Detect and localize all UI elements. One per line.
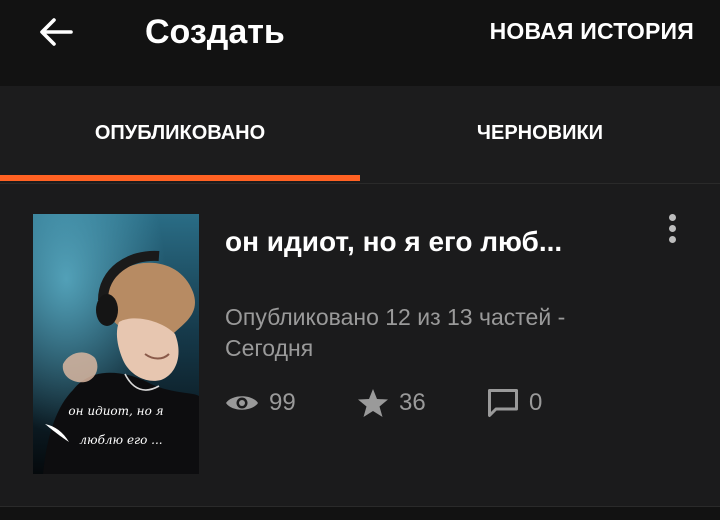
star-icon — [358, 389, 388, 417]
more-vertical-icon — [668, 213, 676, 221]
tab-drafts-label: ЧЕРНОВИКИ — [476, 122, 604, 144]
story-list-item[interactable]: он идиот, но я люблю его ... он идиот, н… — [0, 184, 720, 507]
cover-caption-line2: люблю его ... — [79, 433, 163, 447]
comments-count: 0 — [529, 389, 543, 416]
story-title[interactable]: он идиот, но я его люб... — [225, 224, 562, 260]
arrow-left-icon — [40, 18, 73, 46]
tab-bar: ОПУБЛИКОВАНО ЧЕРНОВИКИ — [0, 86, 720, 184]
publish-status: Опубликовано 12 из 13 частей - Сегодня — [225, 302, 675, 364]
cover-caption-line1: он идиот, но я — [68, 404, 164, 418]
more-options-button[interactable] — [658, 208, 686, 248]
more-dot — [668, 235, 676, 243]
votes-stat: 36 — [357, 386, 426, 420]
tab-drafts[interactable]: ЧЕРНОВИКИ — [360, 86, 720, 183]
story-cover[interactable]: он идиот, но я люблю его ... — [33, 214, 199, 474]
page-title: Создать — [145, 13, 285, 51]
back-button[interactable] — [34, 12, 78, 52]
active-tab-indicator — [0, 175, 360, 181]
tab-published-label: ОПУБЛИКОВАНО — [94, 122, 266, 144]
more-dot — [668, 224, 676, 232]
views-stat: 99 — [225, 386, 296, 420]
comment-icon — [488, 389, 518, 417]
eye-icon — [226, 396, 258, 410]
votes-count: 36 — [399, 389, 426, 416]
publish-status-line2: Сегодня — [225, 335, 314, 361]
views-count: 99 — [269, 389, 296, 416]
app-bar: Создать НОВАЯ ИСТОРИЯ — [0, 0, 720, 86]
tab-published[interactable]: ОПУБЛИКОВАНО — [0, 86, 360, 183]
comments-stat: 0 — [487, 386, 542, 420]
publish-status-line1: Опубликовано 12 из 13 частей - — [225, 304, 566, 330]
new-story-button[interactable]: НОВАЯ ИСТОРИЯ — [490, 16, 694, 46]
